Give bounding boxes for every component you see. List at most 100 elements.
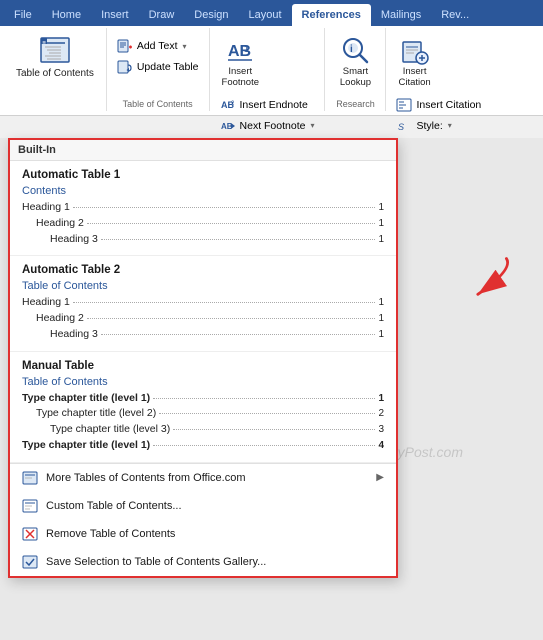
- style-button[interactable]: S Style: ▾: [392, 116, 485, 136]
- toc-entry: Heading 2 1: [22, 311, 384, 327]
- custom-toc-menu-item[interactable]: Custom Table of Contents...: [10, 492, 396, 520]
- tab-file[interactable]: File: [4, 4, 42, 26]
- tab-layout[interactable]: Layout: [239, 4, 292, 26]
- svg-text:≡: ≡: [42, 41, 46, 47]
- svg-text:2: 2: [231, 101, 235, 107]
- toc-page: 2: [378, 406, 384, 421]
- auto-table-2-label: Table of Contents: [22, 280, 384, 292]
- toc-page: 1: [378, 216, 384, 231]
- next-footnote-arrow: ▾: [310, 121, 314, 130]
- panel-scroll: Automatic Table 1 Contents Heading 1 1 H…: [10, 161, 396, 463]
- toc-page: 3: [378, 422, 384, 437]
- remove-toc-menu-item[interactable]: Remove Table of Contents: [10, 520, 396, 548]
- custom-toc-label: Custom Table of Contents...: [46, 500, 182, 512]
- chapter-3-label: Type chapter title (level 3): [50, 422, 170, 438]
- toc-entry-bold: Type chapter title (level 1) 4: [22, 438, 384, 454]
- manage-sources-label: Insert Citation: [416, 99, 481, 111]
- auto-table-1-title: Automatic Table 1: [22, 169, 384, 181]
- tab-references[interactable]: References: [292, 4, 371, 26]
- auto-table-1-section[interactable]: Automatic Table 1 Contents Heading 1 1 H…: [10, 161, 396, 256]
- smart-lookup-icon: i: [339, 34, 371, 66]
- tab-mailings[interactable]: Mailings: [371, 4, 431, 26]
- heading-3-label: Heading 3: [50, 232, 98, 248]
- insert-endnote-label: Insert Endnote: [240, 99, 308, 111]
- manage-sources-button[interactable]: Insert Citation: [392, 95, 485, 115]
- toc-ribbon-group: ≡ Table of Contents: [4, 28, 107, 111]
- custom-toc-icon: [22, 498, 38, 514]
- add-text-label: Add Text: [137, 40, 178, 52]
- more-toc-menu-item[interactable]: More Tables of Contents from Office.com …: [10, 464, 396, 492]
- auto-table-2-section[interactable]: Automatic Table 2 Table of Contents Head…: [10, 256, 396, 351]
- update-table-label: Update Table: [137, 61, 199, 73]
- toc-dropdown-panel: Built-In Automatic Table 1 Contents Head…: [8, 138, 398, 578]
- toc-dots: [87, 223, 376, 224]
- toc-entry: Heading 1 1: [22, 200, 384, 216]
- ribbon: ≡ Table of Contents Add Text ▾: [0, 26, 543, 116]
- toc-page: 1: [378, 391, 384, 406]
- toc-entry: Type chapter title (level 2) 2: [22, 406, 384, 422]
- toc-dots: [73, 302, 376, 303]
- toc-dots: [101, 334, 376, 335]
- style-label: Style:: [416, 120, 442, 132]
- footnotes-group-1: Add Text ▾ Update Table Table of Content…: [107, 28, 210, 111]
- tab-draw[interactable]: Draw: [139, 4, 185, 26]
- update-table-button[interactable]: Update Table: [113, 57, 203, 77]
- add-text-button[interactable]: Add Text ▾: [113, 36, 203, 56]
- tab-insert[interactable]: Insert: [91, 4, 139, 26]
- more-toc-icon: [22, 470, 38, 486]
- manage-sources-icon: [396, 97, 412, 113]
- toc-page: 1: [378, 311, 384, 326]
- toc-entry: Heading 3 1: [22, 232, 384, 248]
- chapter-2-label: Type chapter title (level 2): [36, 406, 156, 422]
- tab-review[interactable]: Rev...: [431, 4, 479, 26]
- auto-table-2-title: Automatic Table 2: [22, 264, 384, 276]
- table-of-contents-button[interactable]: ≡ Table of Contents: [10, 30, 100, 105]
- next-footnote-label: Next Footnote: [240, 120, 306, 132]
- insert-endnote-button[interactable]: AB 2 Insert Endnote: [216, 95, 319, 115]
- insert-citation-icon: [401, 38, 429, 66]
- smart-lookup-button[interactable]: i SmartLookup: [331, 30, 379, 95]
- next-footnote-button[interactable]: AB Next Footnote ▾: [216, 116, 319, 136]
- toc-dots: [159, 413, 375, 414]
- manual-table-title: Manual Table: [22, 360, 384, 372]
- more-toc-arrow: ▶: [376, 472, 384, 483]
- save-selection-menu-item[interactable]: Save Selection to Table of Contents Gall…: [10, 548, 396, 576]
- citations-ribbon-group: InsertCitation Insert Citation S Style: …: [386, 28, 491, 111]
- chapter-1-label: Type chapter title (level 1): [22, 391, 150, 407]
- heading-2-label: Heading 2: [36, 311, 84, 327]
- smart-lookup-group: i SmartLookup Research: [325, 28, 386, 111]
- panel-header: Built-In: [10, 140, 396, 161]
- svg-text:1: 1: [244, 44, 249, 54]
- chapter-1b-label: Type chapter title (level 1): [22, 438, 150, 454]
- toc-page: 1: [378, 200, 384, 215]
- toc-dots: [87, 318, 376, 319]
- save-selection-label: Save Selection to Table of Contents Gall…: [46, 556, 266, 568]
- manual-table-section[interactable]: Manual Table Table of Contents Type chap…: [10, 352, 396, 463]
- toc-entry: Heading 1 1: [22, 295, 384, 311]
- tab-design[interactable]: Design: [184, 4, 238, 26]
- toc-dots: [73, 207, 376, 208]
- heading-1-label: Heading 1: [22, 200, 70, 216]
- tab-bar: File Home Insert Draw Design Layout Refe…: [0, 0, 543, 26]
- auto-table-1-label: Contents: [22, 185, 384, 197]
- toc-page: 1: [378, 327, 384, 342]
- insert-citation-button[interactable]: InsertCitation: [392, 34, 436, 93]
- toc-entry: Type chapter title (level 3) 3: [22, 422, 384, 438]
- svg-text:S: S: [398, 122, 404, 132]
- insert-footnote-icon: AB 1: [226, 38, 254, 66]
- footnotes-group1-label: Table of Contents: [123, 95, 193, 109]
- add-text-icon: [117, 38, 133, 54]
- toc-dots: [101, 239, 376, 240]
- remove-toc-icon: [22, 526, 38, 542]
- heading-3-label: Heading 3: [50, 327, 98, 343]
- insert-endnote-icon: AB 2: [220, 97, 236, 113]
- tab-home[interactable]: Home: [42, 4, 91, 26]
- toc-entry-bold: Type chapter title (level 1) 1: [22, 391, 384, 407]
- insert-footnote-label: InsertFootnote: [222, 66, 260, 89]
- manual-table-label: Table of Contents: [22, 376, 384, 388]
- remove-toc-label: Remove Table of Contents: [46, 528, 175, 540]
- heading-2-label: Heading 2: [36, 216, 84, 232]
- insert-footnote-button[interactable]: AB 1 InsertFootnote: [216, 34, 266, 93]
- smart-group-label: Research: [336, 95, 375, 109]
- toc-dots: [153, 398, 375, 399]
